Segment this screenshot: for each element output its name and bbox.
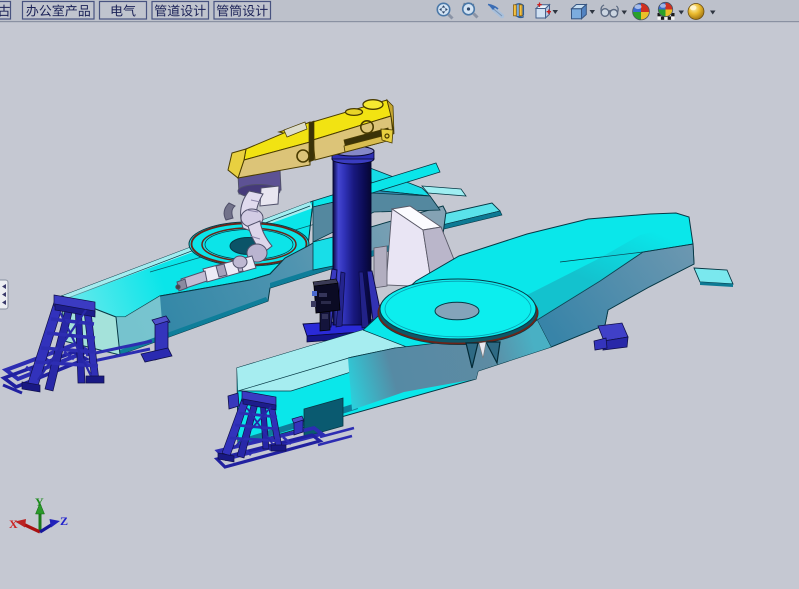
svg-text:Z: Z [60, 514, 68, 528]
svg-text:Y: Y [35, 495, 44, 509]
svg-text:X: X [9, 517, 18, 531]
